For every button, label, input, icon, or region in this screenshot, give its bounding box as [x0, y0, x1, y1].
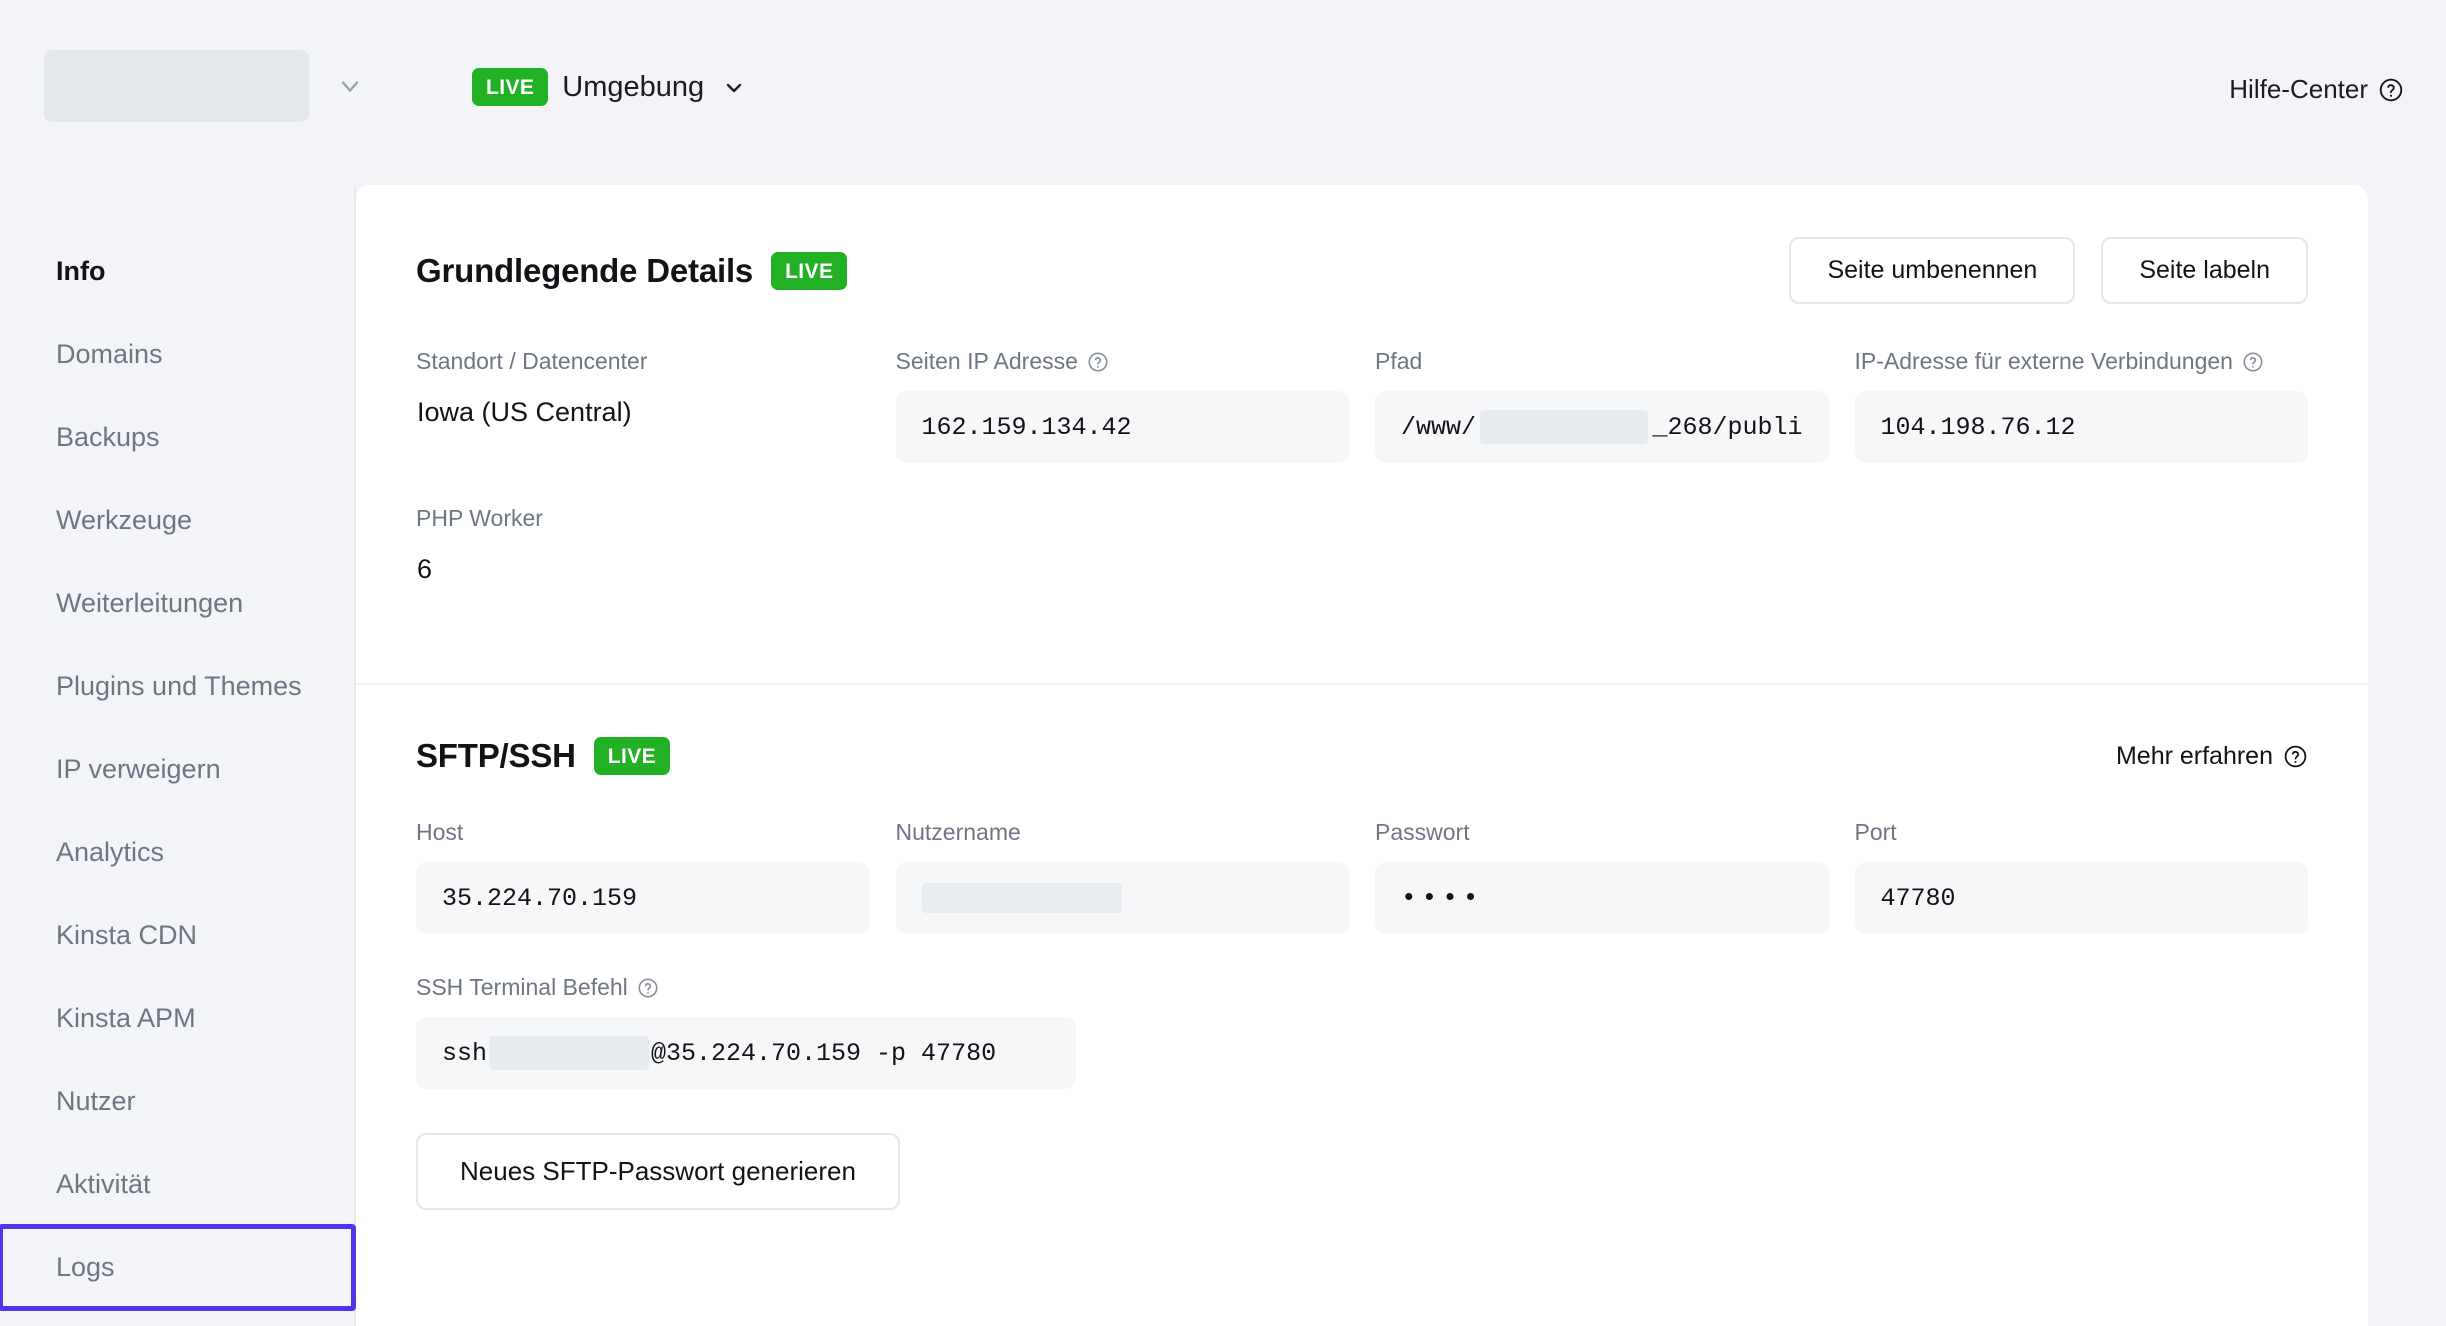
field-site-ip: Seiten IP Adresse 162.159.134.42: [896, 348, 1350, 463]
basic-details-fields-row2: PHP Worker 6: [416, 505, 2308, 587]
help-center-label: Hilfe-Center: [2229, 74, 2368, 105]
site-name-redacted: [44, 50, 309, 122]
field-site-ip-value[interactable]: 162.159.134.42: [896, 391, 1350, 463]
field-external-ip-value[interactable]: 104.198.76.12: [1855, 391, 2309, 463]
field-location: Standort / Datencenter Iowa (US Central): [416, 348, 870, 463]
field-external-ip: IP-Adresse für externe Verbindungen 104.…: [1855, 348, 2309, 463]
field-ssh-command-label-text: SSH Terminal Befehl: [416, 974, 628, 1001]
sidebar-item-werkzeuge[interactable]: Werkzeuge: [0, 479, 354, 562]
sidebar: Info Domains Backups Werkzeuge Weiterlei…: [0, 185, 356, 1326]
basic-details-live-badge: LIVE: [771, 252, 847, 290]
sftp-ssh-title: SFTP/SSH: [416, 737, 576, 775]
sftp-ssh-section: SFTP/SSH LIVE Mehr erfahren Host 35.224.…: [356, 685, 2368, 1270]
ssh-command-redacted-user: [489, 1036, 649, 1070]
ssh-command-row: SSH Terminal Befehl ssh @35.224.70.159 -p…: [416, 974, 2308, 1089]
field-port-label: Port: [1855, 819, 2309, 846]
field-host-label: Host: [416, 819, 870, 846]
path-redacted-segment: [1480, 410, 1648, 444]
chevron-down-icon[interactable]: [722, 75, 746, 99]
content-card: Grundlegende Details LIVE Seite umbenenn…: [356, 185, 2368, 1326]
field-path-label: Pfad: [1375, 348, 1829, 375]
field-php-worker: PHP Worker 6: [416, 505, 870, 587]
field-location-label: Standort / Datencenter: [416, 348, 870, 375]
field-path: Pfad /www/ _268/publi: [1375, 348, 1829, 463]
sidebar-item-aktivitaet[interactable]: Aktivität: [0, 1143, 354, 1226]
ssh-command-prefix: ssh: [442, 1039, 487, 1068]
field-password-value[interactable]: ••••: [1375, 862, 1829, 934]
page-title: Grundlegende Details: [416, 252, 753, 290]
field-port-value[interactable]: 47780: [1855, 862, 2309, 934]
question-circle-icon: [2283, 744, 2308, 769]
environment-live-badge: LIVE: [472, 68, 548, 106]
sidebar-item-weiterleitungen[interactable]: Weiterleitungen: [0, 562, 354, 645]
sidebar-item-logs[interactable]: Logs: [0, 1226, 354, 1309]
question-circle-icon: [2378, 77, 2404, 103]
chevron-down-icon[interactable]: [336, 72, 364, 100]
sidebar-item-backups[interactable]: Backups: [0, 396, 354, 479]
question-circle-icon[interactable]: [1087, 351, 1109, 373]
field-host-value[interactable]: 35.224.70.159: [416, 862, 870, 934]
field-port: Port 47780: [1855, 819, 2309, 934]
main-content: Grundlegende Details LIVE Seite umbenenn…: [356, 185, 2446, 1326]
field-path-suffix: _268/publi: [1652, 413, 1802, 442]
sidebar-item-kinsta-cdn[interactable]: Kinsta CDN: [0, 894, 354, 977]
basic-details-section: Grundlegende Details LIVE Seite umbenenn…: [356, 185, 2368, 683]
top-bar: LIVE Umgebung Hilfe-Center: [0, 0, 2446, 185]
field-username-label: Nutzername: [896, 819, 1350, 846]
generate-sftp-password-button[interactable]: Neues SFTP-Passwort generieren: [416, 1133, 900, 1210]
field-external-ip-label-text: IP-Adresse für externe Verbindungen: [1855, 348, 2233, 375]
environment-switcher[interactable]: LIVE Umgebung: [472, 68, 746, 106]
field-path-prefix: /www/: [1401, 413, 1476, 442]
basic-details-fields: Standort / Datencenter Iowa (US Central)…: [416, 348, 2308, 463]
field-password-label: Passwort: [1375, 819, 1829, 846]
field-username-value[interactable]: [896, 862, 1350, 934]
ssh-command-suffix: @35.224.70.159 -p 47780: [651, 1039, 996, 1068]
field-path-value[interactable]: /www/ _268/publi: [1375, 391, 1829, 463]
field-ssh-command-label: SSH Terminal Befehl: [416, 974, 2308, 1001]
sidebar-item-plugins-themes[interactable]: Plugins und Themes: [0, 645, 354, 728]
environment-label: Umgebung: [562, 71, 704, 104]
question-circle-icon[interactable]: [2242, 351, 2264, 373]
field-external-ip-label: IP-Adresse für externe Verbindungen: [1855, 348, 2309, 375]
rename-site-button[interactable]: Seite umbenennen: [1789, 237, 2075, 304]
sftp-ssh-live-badge: LIVE: [594, 737, 670, 775]
sidebar-item-info[interactable]: Info: [0, 230, 354, 313]
password-masked-value: ••••: [1401, 885, 1483, 911]
sftp-credential-fields: Host 35.224.70.159 Nutzername Passwort •…: [416, 819, 2308, 934]
basic-details-header: Grundlegende Details LIVE Seite umbenenn…: [416, 185, 2308, 348]
sidebar-item-nutzer[interactable]: Nutzer: [0, 1060, 354, 1143]
field-username: Nutzername: [896, 819, 1350, 934]
sidebar-item-domains[interactable]: Domains: [0, 313, 354, 396]
username-redacted: [922, 883, 1122, 913]
learn-more-link[interactable]: Mehr erfahren: [2116, 742, 2308, 771]
generate-password-row: Neues SFTP-Passwort generieren: [416, 1089, 2308, 1270]
field-php-worker-value: 6: [416, 548, 870, 587]
field-password: Passwort ••••: [1375, 819, 1829, 934]
site-switcher[interactable]: [44, 50, 309, 122]
help-center-link[interactable]: Hilfe-Center: [2229, 74, 2404, 105]
field-php-worker-label: PHP Worker: [416, 505, 870, 532]
field-host: Host 35.224.70.159: [416, 819, 870, 934]
sftp-ssh-header: SFTP/SSH LIVE Mehr erfahren: [416, 685, 2308, 819]
sidebar-item-ip-verweigern[interactable]: IP verweigern: [0, 728, 354, 811]
field-site-ip-label: Seiten IP Adresse: [896, 348, 1350, 375]
learn-more-label: Mehr erfahren: [2116, 742, 2273, 771]
field-location-value: Iowa (US Central): [416, 391, 870, 430]
field-ssh-command-value[interactable]: ssh @35.224.70.159 -p 47780: [416, 1017, 1076, 1089]
field-site-ip-label-text: Seiten IP Adresse: [896, 348, 1078, 375]
sidebar-item-kinsta-apm[interactable]: Kinsta APM: [0, 977, 354, 1060]
label-site-button[interactable]: Seite labeln: [2101, 237, 2308, 304]
sidebar-item-analytics[interactable]: Analytics: [0, 811, 354, 894]
question-circle-icon[interactable]: [637, 977, 659, 999]
